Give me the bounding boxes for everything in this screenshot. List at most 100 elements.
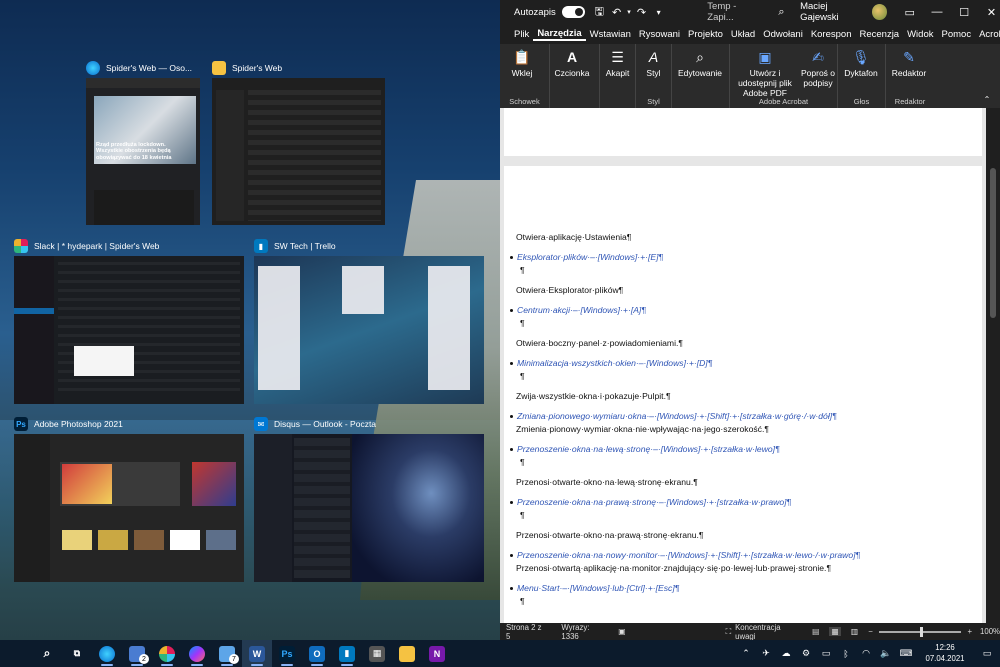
taskbar-app-folder[interactable]: [392, 640, 422, 667]
tab-view[interactable]: Widok: [903, 29, 937, 40]
paragraph-button[interactable]: ☰ Akapit: [600, 44, 635, 108]
hero-headline: Rząd przedłuża lockdown. Wszystkie obost…: [96, 142, 172, 161]
tab-help[interactable]: Pomoc: [938, 29, 976, 40]
notifications-icon[interactable]: ▭: [974, 648, 1000, 659]
tab-draw[interactable]: Rysowani: [635, 29, 684, 40]
font-icon: A: [566, 49, 578, 65]
folder-icon: [212, 61, 226, 75]
scrollbar-thumb[interactable]: [990, 168, 996, 318]
focus-mode-button[interactable]: Koncentracja uwagi: [735, 623, 802, 641]
font-button[interactable]: A Czcionka: [550, 44, 594, 108]
page-1: [504, 108, 982, 156]
close-icon[interactable]: ✕: [983, 6, 1000, 19]
telegram-icon[interactable]: ✈: [756, 648, 776, 659]
volume-icon[interactable]: 🔈: [876, 648, 896, 659]
tab-layout[interactable]: Układ: [727, 29, 759, 40]
bluetooth-icon[interactable]: ᛒ: [836, 649, 856, 659]
autosave-toggle[interactable]: [561, 6, 585, 18]
taskbar-app-photoshop[interactable]: Ps: [272, 640, 302, 667]
customize-toolbar-icon[interactable]: ▾: [650, 8, 667, 17]
microphone-icon: 🎙: [852, 48, 870, 65]
save-icon[interactable]: 🖫: [591, 3, 608, 22]
redo-icon[interactable]: ↷: [633, 6, 650, 19]
taskbar-app-onenote[interactable]: N: [422, 640, 452, 667]
mail-icon: ✉: [254, 417, 268, 431]
minimize-icon[interactable]: —: [928, 6, 945, 18]
tab-design[interactable]: Projekto: [684, 29, 727, 40]
taskview-window-trello[interactable]: ▮ SW Tech | Trello: [254, 236, 484, 404]
ribbon-display-icon[interactable]: ▭: [901, 6, 918, 19]
taskview-window-slack[interactable]: Slack | * hydepark | Spider's Web: [14, 236, 244, 404]
tab-home[interactable]: Narzędzia: [533, 28, 586, 41]
paragraph: Przenoszenie·okna·na·prawą·stronę·–·[Win…: [510, 497, 791, 507]
taskbar-app-trello[interactable]: ▮: [332, 640, 362, 667]
tab-insert[interactable]: Wstawian: [586, 29, 635, 40]
paragraph: Otwiera·aplikację·Ustawienia¶: [516, 232, 632, 242]
document-title[interactable]: Temp - Zapi...: [707, 1, 763, 23]
taskview-window-browser[interactable]: Spider's Web — Oso... Rząd przedłuża loc…: [86, 58, 200, 225]
maximize-icon[interactable]: ☐: [956, 6, 973, 19]
search-button[interactable]: ⌕: [32, 640, 62, 667]
zoom-level[interactable]: 100%: [980, 627, 1000, 636]
print-layout-icon[interactable]: ▦: [829, 627, 841, 636]
paragraph: Otwiera·boczny·panel·z·powiadomieniami.¶: [516, 338, 684, 348]
taskbar-app-outlook[interactable]: O: [302, 640, 332, 667]
page-count[interactable]: Strona 2 z 5: [506, 623, 547, 641]
chevron-up-icon[interactable]: ⌃: [736, 648, 756, 659]
badge: 7: [229, 654, 239, 664]
app-tray-icon[interactable]: ⚙: [796, 648, 816, 659]
clock[interactable]: 12:26 07.04.2021: [916, 643, 974, 663]
zoom-in-icon[interactable]: +: [967, 627, 972, 636]
taskbar-app-chat[interactable]: 2: [122, 640, 152, 667]
search-icon[interactable]: ⌕: [773, 6, 790, 19]
taskbar-app-messenger[interactable]: [182, 640, 212, 667]
keyboard-icon[interactable]: ⌨: [896, 648, 916, 659]
taskbar-app-slack[interactable]: [152, 640, 182, 667]
paragraph: ¶: [520, 510, 525, 520]
window-title: Spider's Web — Oso...: [106, 63, 193, 73]
avatar[interactable]: [871, 4, 888, 20]
document-area[interactable]: Otwiera·aplikację·Ustawienia¶ Eksplorato…: [500, 108, 1000, 623]
undo-dropdown-icon[interactable]: ▾: [625, 8, 633, 16]
web-layout-icon[interactable]: ▥: [851, 627, 858, 636]
user-name[interactable]: Maciej Gajewski: [800, 1, 866, 23]
taskview-window-mail[interactable]: ✉ Disqus — Outlook - Poczta: [254, 414, 484, 582]
tab-mailings[interactable]: Korespon: [807, 29, 856, 40]
taskbar-app-task-view[interactable]: ⧉: [62, 640, 92, 667]
tab-acrobat[interactable]: Acrobat: [975, 29, 1000, 40]
editing-button[interactable]: ⌕ Edytowanie: [672, 44, 728, 108]
network-icon[interactable]: ▭: [816, 648, 836, 659]
zoom-out-icon[interactable]: −: [868, 627, 873, 636]
taskview-window-explorer[interactable]: Spider's Web: [212, 58, 385, 225]
paragraph: Przenosi·otwartą·aplikację·na·monitor·zn…: [516, 563, 832, 573]
taskbar-app-calculator[interactable]: ▦: [362, 640, 392, 667]
tab-references[interactable]: Odwołani: [759, 29, 807, 40]
cloud-icon[interactable]: ☁: [776, 648, 796, 659]
wifi-icon[interactable]: ◠: [856, 648, 876, 659]
proofing-icon[interactable]: ▣: [618, 627, 625, 636]
word-window[interactable]: Autozapis 🖫 ↶ ▾ ↷ ▾ Temp - Zapi... ⌕ Mac…: [500, 0, 1000, 641]
window-preview: [254, 434, 484, 582]
tab-file[interactable]: Plik: [510, 29, 533, 40]
taskbar-app-explorer[interactable]: 7: [212, 640, 242, 667]
start-button[interactable]: [0, 640, 32, 667]
taskview-window-photoshop[interactable]: Ps Adobe Photoshop 2021: [14, 414, 244, 582]
tab-review[interactable]: Recenzja: [855, 29, 903, 40]
undo-icon[interactable]: ↶: [608, 6, 625, 19]
paragraph: Przenosi·otwarte·okno·na·prawą·stronę·ek…: [516, 530, 704, 540]
read-mode-icon[interactable]: ▤: [812, 627, 819, 636]
zoom-slider-thumb[interactable]: [919, 626, 923, 637]
editor-icon: ✎: [903, 48, 915, 65]
focus-icon[interactable]: ⛶: [726, 627, 731, 637]
taskbar-app-word[interactable]: W: [242, 640, 272, 667]
vertical-scrollbar[interactable]: [986, 108, 1000, 623]
task-view-icon: ⧉: [73, 648, 81, 658]
paragraph-icon: ☰: [611, 48, 624, 65]
word-count[interactable]: Wyrazy: 1336: [561, 623, 608, 641]
taskbar-app-edge[interactable]: [92, 640, 122, 667]
collapse-ribbon-icon[interactable]: ⌃: [978, 95, 996, 104]
page-2[interactable]: Otwiera·aplikację·Ustawienia¶ Eksplorato…: [504, 166, 982, 623]
bullet-icon: [510, 554, 513, 558]
group-voice: 🎙 Dyktafon Głos: [838, 44, 886, 108]
zoom-slider[interactable]: [878, 626, 962, 637]
